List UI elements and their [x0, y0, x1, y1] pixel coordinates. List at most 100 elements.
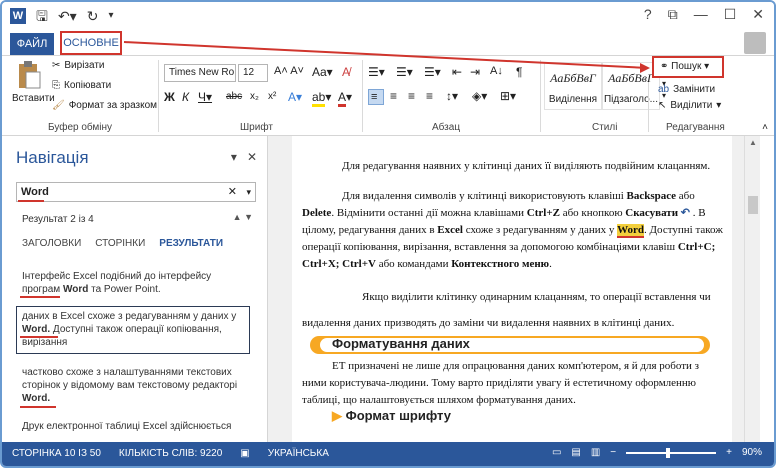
nav-result-arrows[interactable]: ▲ ▼: [233, 212, 253, 222]
show-formatting-icon[interactable]: ¶: [516, 65, 522, 79]
document-page[interactable]: Для редагування наявних у клітинці даних…: [292, 136, 732, 442]
zoom-knob[interactable]: [666, 447, 671, 458]
align-right-icon[interactable]: ≡: [408, 89, 415, 103]
copy-icon: ⎘: [52, 80, 60, 91]
zoom-out-icon[interactable]: −: [610, 447, 616, 458]
proofing-icon[interactable]: ▣: [240, 448, 249, 459]
cut-label: Вирізати: [64, 60, 105, 71]
nav-search-input[interactable]: Word ✕ ▾: [16, 182, 256, 202]
bullets-icon[interactable]: ☰▾: [368, 65, 385, 79]
nav-tab-pages[interactable]: СТОРІНКИ: [95, 238, 145, 249]
change-case-icon[interactable]: Aa▾: [312, 65, 333, 79]
word-count[interactable]: КІЛЬКІСТЬ СЛІВ: 9220: [119, 448, 222, 459]
title-bar: W 🖫 ↶▾ ↻ ▾ ? ⧉ — ☐ ✕: [2, 2, 774, 30]
align-center-icon[interactable]: ≡: [390, 89, 397, 103]
strikethrough-icon[interactable]: abc: [226, 91, 242, 102]
paragraph-4: ЕТ призначені не лише для опрацювання да…: [302, 360, 700, 406]
nav-result-item[interactable]: Інтерфейс Excel подібний до інтерфейсу п…: [22, 270, 248, 296]
align-left-icon[interactable]: ≡: [368, 89, 384, 105]
ribbon-display-icon[interactable]: ⧉: [668, 6, 678, 23]
result-hit: Word.: [22, 324, 51, 335]
web-layout-icon[interactable]: ▥: [591, 447, 600, 458]
sort-icon[interactable]: A↓: [490, 65, 503, 77]
font-size-box[interactable]: 12: [238, 64, 268, 82]
account-avatar[interactable]: [744, 32, 766, 54]
format-painter-button[interactable]: 🖌 Формат за зразком: [52, 100, 157, 111]
navigation-pane: Навігація ▾ ✕ Word ✕ ▾ Результат 2 із 4 …: [2, 136, 268, 442]
nav-close-icon[interactable]: ✕: [247, 150, 257, 164]
redo-icon[interactable]: ↻: [87, 7, 99, 25]
nav-tab-headings[interactable]: ЗАГОЛОВКИ: [22, 238, 81, 249]
minimize-icon[interactable]: —: [694, 6, 708, 23]
replace-button[interactable]: ab Замінити: [658, 84, 715, 95]
clear-search-icon[interactable]: ✕: [228, 183, 237, 201]
superscript-icon[interactable]: x²: [268, 91, 276, 102]
zoom-level[interactable]: 90%: [742, 447, 762, 458]
font-grow-shrink-icons[interactable]: A˄ A˅: [274, 65, 304, 77]
copy-button[interactable]: ⎘ Копіювати: [52, 80, 111, 91]
find-button[interactable]: ⚭ Пошук ▾: [652, 56, 724, 78]
page-indicator[interactable]: СТОРІНКА 10 ІЗ 50: [12, 448, 101, 459]
customize-qat-icon[interactable]: ▾: [108, 7, 113, 25]
find-label: Пошук: [671, 61, 702, 72]
clear-format-icon[interactable]: A̸: [342, 65, 350, 79]
select-button[interactable]: ↖ Виділити ▾: [658, 100, 721, 111]
scroll-up-icon[interactable]: ▲: [749, 138, 757, 147]
zoom-slider[interactable]: [626, 447, 717, 458]
font-group-label: Шрифт: [240, 122, 273, 133]
tab-home[interactable]: ОСНОВНЕ: [60, 31, 122, 55]
close-icon[interactable]: ✕: [752, 6, 764, 23]
cut-button[interactable]: ✂ Вирізати: [52, 60, 105, 71]
annotation-underline: [20, 336, 58, 338]
font-color-icon[interactable]: A▾: [338, 90, 352, 107]
result-text: даних в Excel схоже з редагуванням у дан…: [22, 311, 237, 322]
result-text: та Power Point.: [88, 284, 161, 295]
underline-icon[interactable]: Ч▾: [198, 90, 212, 104]
section-heading: Форматування даних: [332, 336, 470, 351]
print-layout-icon[interactable]: ▤: [571, 447, 580, 458]
tab-file[interactable]: ФАЙЛ: [10, 33, 54, 55]
shading-icon[interactable]: ◈▾: [472, 89, 487, 103]
bold-icon[interactable]: Ж: [164, 90, 175, 104]
paste-button[interactable]: Вставити: [12, 60, 55, 116]
vertical-scrollbar[interactable]: ▲: [744, 136, 760, 442]
ribbon-tabs: ФАЙЛ ОСНОВНЕ: [2, 30, 774, 56]
italic-icon[interactable]: К: [182, 90, 189, 104]
language-indicator[interactable]: УКРАЇНСЬКА: [268, 448, 329, 459]
read-mode-icon[interactable]: ▭: [552, 447, 561, 458]
scroll-thumb[interactable]: [748, 196, 758, 214]
help-icon[interactable]: ?: [644, 6, 652, 23]
search-options-icon[interactable]: ▾: [246, 183, 251, 201]
style-sample: АаБбВвГ: [608, 71, 654, 85]
increase-indent-icon[interactable]: ⇥: [470, 65, 480, 79]
numbering-icon[interactable]: ☰▾: [396, 65, 413, 79]
font-family-box[interactable]: Times New Ro: [164, 64, 236, 82]
multilevel-list-icon[interactable]: ☰▾: [424, 65, 441, 79]
highlight-icon[interactable]: ab▾: [312, 90, 331, 107]
undo-icon[interactable]: ↶▾: [58, 7, 77, 25]
text-effects-icon[interactable]: A▾: [288, 90, 302, 104]
maximize-icon[interactable]: ☐: [724, 6, 737, 23]
nav-result-item-selected[interactable]: даних в Excel схоже з редагуванням у дан…: [22, 310, 248, 349]
nav-options-icon[interactable]: ▾: [231, 150, 237, 164]
paragraph-group-label: Абзац: [432, 122, 461, 133]
result-text: Друк електронної таблиці Excel здійснюєт…: [22, 421, 232, 432]
decrease-indent-icon[interactable]: ⇤: [452, 65, 462, 79]
zoom-in-icon[interactable]: +: [726, 447, 732, 458]
ribbon: Вставити ✂ Вирізати ⎘ Копіювати 🖌 Формат за…: [2, 56, 774, 136]
subscript-icon[interactable]: x₂: [250, 91, 259, 102]
borders-icon[interactable]: ⊞▾: [500, 89, 516, 103]
nav-result-item[interactable]: Друк електронної таблиці Excel здійснюєт…: [22, 420, 248, 433]
copy-label: Копіювати: [64, 80, 112, 91]
nav-result-item[interactable]: частково схоже з налаштуваннями текстови…: [22, 366, 248, 405]
divider: [158, 60, 159, 132]
word-window: W 🖫 ↶▾ ↻ ▾ ? ⧉ — ☐ ✕ ФАЙЛ ОСНОВНЕ Встави…: [0, 0, 776, 468]
result-hit: Word: [62, 284, 89, 295]
save-icon[interactable]: 🖫: [36, 7, 48, 25]
collapse-ribbon-icon[interactable]: ˄: [762, 122, 768, 133]
justify-icon[interactable]: ≡: [426, 89, 433, 103]
style-emphasis[interactable]: АаБбВвГ Виділення: [544, 62, 602, 110]
line-spacing-icon[interactable]: ↕▾: [446, 89, 458, 103]
style-sample: АаБбВвГ: [550, 71, 596, 85]
nav-tab-results[interactable]: РЕЗУЛЬТАТИ: [159, 238, 223, 249]
